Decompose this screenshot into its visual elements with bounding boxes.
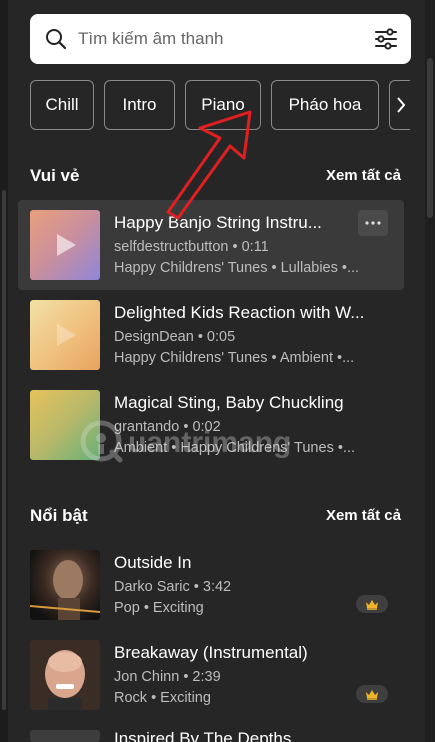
audio-item[interactable]: Happy Banjo String Instru... selfdestruc…	[18, 200, 404, 290]
audio-author-duration: selfdestructbutton • 0:11	[114, 239, 269, 255]
section-title-vui-ve: Vui vẻ	[30, 166, 80, 185]
audio-tags: Happy Childrens' Tunes • Lullabies •...	[114, 260, 360, 276]
audio-title: Happy Banjo String Instru...	[114, 213, 322, 232]
audio-item[interactable]: Magical Sting, Baby Chuckling grantando …	[18, 380, 404, 470]
audio-title: Magical Sting, Baby Chuckling	[114, 393, 344, 412]
audio-tags: Pop • Exciting	[114, 600, 204, 616]
crown-icon	[366, 689, 378, 700]
audio-title: Outside In	[114, 553, 192, 572]
audio-author-duration: Darko Saric • 3:42	[114, 579, 232, 595]
ellipsis-icon	[365, 221, 381, 225]
chip-intro[interactable]: Intro	[104, 80, 175, 130]
premium-badge	[356, 595, 388, 613]
chip-label: Piano	[201, 95, 245, 114]
audio-thumbnail	[30, 300, 100, 370]
artist-photo	[30, 550, 100, 620]
chip-label: Pháo hoa	[288, 95, 362, 114]
audio-panel: Chill Intro Piano Pháo hoa Vui vẻ Xem tấ…	[0, 0, 435, 742]
see-all-link[interactable]: Xem tất cả	[326, 507, 401, 524]
see-all-link[interactable]: Xem tất cả	[326, 167, 401, 184]
chip-label: Intro	[122, 95, 157, 114]
audio-author-duration: DesignDean • 0:05	[114, 329, 236, 345]
play-icon[interactable]	[55, 233, 77, 257]
search-input[interactable]	[78, 24, 358, 54]
category-chips: Chill Intro Piano Pháo hoa	[30, 80, 410, 130]
scrollbar-track[interactable]	[425, 0, 435, 742]
premium-badge	[356, 685, 388, 703]
section-title-noi-bat: Nổi bật	[30, 506, 88, 525]
audio-author-duration: Jon Chinn • 2:39	[114, 669, 221, 685]
search-box[interactable]	[30, 14, 411, 64]
scrollbar-thumb[interactable]	[427, 58, 433, 218]
audio-thumbnail	[30, 390, 100, 460]
audio-item[interactable]: Outside In Darko Saric • 3:42 Pop • Exci…	[18, 540, 404, 630]
audio-item[interactable]: Delighted Kids Reaction with W... Design…	[18, 290, 404, 380]
filter-sliders-icon[interactable]	[373, 26, 399, 52]
search-icon	[46, 29, 67, 50]
audio-tags: Rock • Exciting	[114, 690, 211, 706]
chip-label: Chill	[45, 95, 79, 114]
chip-phao-hoa[interactable]: Pháo hoa	[271, 80, 379, 130]
left-scroll-strip	[0, 0, 8, 742]
audio-title: Breakaway (Instrumental)	[114, 643, 308, 662]
chip-piano[interactable]: Piano	[185, 80, 261, 130]
audio-title: Delighted Kids Reaction with W...	[114, 303, 365, 322]
audio-title: Inspired By The Depths	[114, 729, 292, 742]
artist-portrait-icon	[30, 560, 100, 620]
artist-photo	[30, 730, 100, 742]
audio-item[interactable]: Breakaway (Instrumental) Jon Chinn • 2:3…	[18, 630, 404, 720]
audio-author-duration: grantando • 0:02	[114, 419, 221, 435]
chevron-right-icon	[396, 97, 405, 113]
more-options-button[interactable]	[358, 210, 388, 236]
audio-tags: Ambient • Happy Childrens' Tunes •...	[114, 440, 356, 456]
left-scroll-thumb[interactable]	[2, 190, 6, 710]
artist-photo	[30, 640, 100, 710]
chips-scroll-right-button[interactable]	[389, 80, 410, 130]
crown-icon	[366, 599, 378, 610]
artist-portrait-icon	[45, 650, 85, 710]
play-icon[interactable]	[55, 323, 77, 347]
audio-tags: Happy Childrens' Tunes • Ambient •...	[114, 350, 355, 366]
chip-chill[interactable]: Chill	[30, 80, 94, 130]
audio-item[interactable]: Inspired By The Depths	[18, 720, 404, 742]
audio-thumbnail	[30, 210, 100, 280]
